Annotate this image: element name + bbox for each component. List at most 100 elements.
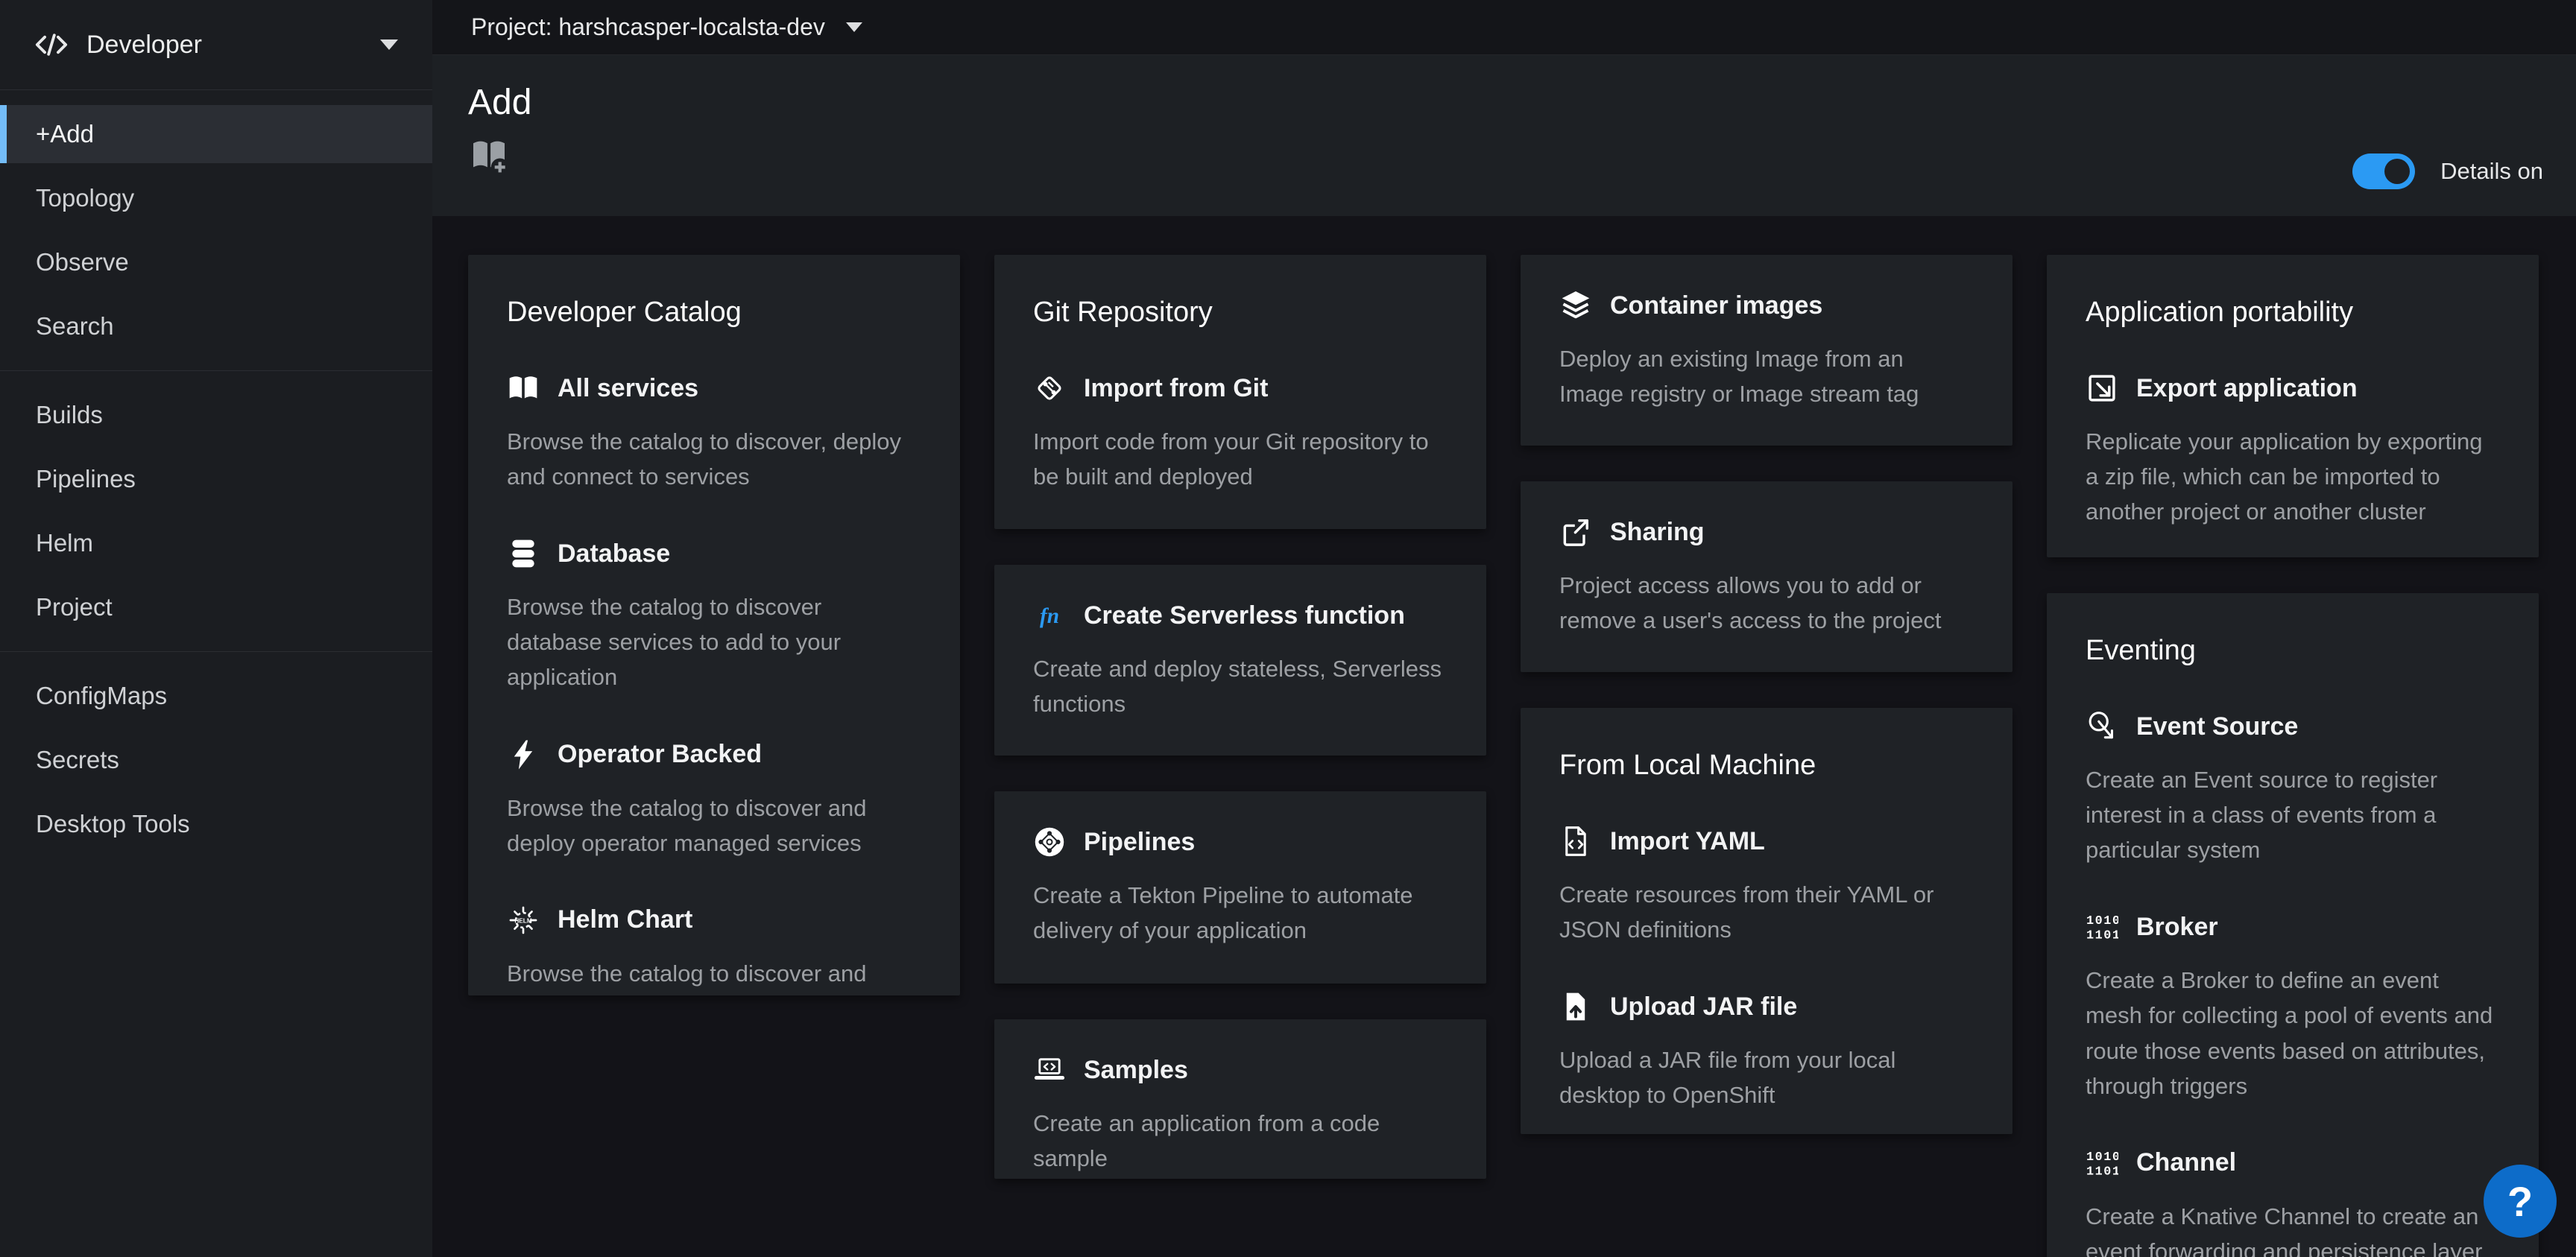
add-option-channel: 10101101 Channel Create a Knative Channel … (2086, 1147, 2500, 1257)
add-option-link-helm-chart[interactable]: HELMHelm Chart (507, 904, 921, 937)
add-option-description: Replicate your application by exporting … (2086, 424, 2500, 529)
add-option-operator-backed: Operator Backed Browse the catalog to dis… (507, 738, 921, 861)
add-option-description: Create a Tekton Pipeline to automate del… (1033, 878, 1448, 948)
add-option-import-from-git: Import from GitImport code from your Git… (1033, 372, 1448, 494)
add-option-link-event-source[interactable]: Event Source (2086, 710, 2500, 743)
main-area: Project: harshcasper-localsta-dev Add De… (432, 0, 2576, 1257)
sidebar-group-3: ConfigMaps Secrets Desktop Tools (0, 651, 432, 868)
card-column-3: Container images Deploy an existing Image… (1521, 255, 2012, 1134)
add-option-label: Operator Backed (558, 740, 762, 769)
serverless-fn-icon: fn (1033, 599, 1066, 632)
add-option-link-sharing[interactable]: Sharing (1559, 516, 1974, 548)
add-option-link-samples[interactable]: Samples (1033, 1054, 1448, 1086)
add-option-link-export-application[interactable]: Export application (2086, 372, 2500, 405)
add-option-all-services: All servicesBrowse the catalog to discov… (507, 372, 921, 494)
add-option-link-container-images[interactable]: Container images (1559, 289, 1974, 322)
add-option-pipelines: Pipelines Create a Tekton Pipeline to aut… (1033, 826, 1448, 948)
event-source-icon (2086, 710, 2118, 743)
card-git-repository: Git RepositoryImport from GitImport code… (994, 255, 1486, 529)
card-column-4: Application portability Export applicatio… (2047, 255, 2539, 1257)
database-icon (507, 537, 540, 570)
details-toggle[interactable] (2352, 153, 2415, 189)
file-code-icon (1559, 825, 1592, 858)
add-option-samples: Samples Create an application from a code… (1033, 1054, 1448, 1176)
sidebar-item-secrets[interactable]: Secrets (0, 731, 432, 789)
add-option-description: Create resources from their YAML or JSON… (1559, 877, 1974, 947)
add-option-description: Browse the catalog to discover and deplo… (507, 791, 921, 861)
add-option-description: Project access allows you to add or remo… (1559, 568, 1974, 638)
sidebar-group-2: Builds Pipelines Helm Project (0, 370, 432, 651)
card-column-1: Developer CatalogAll servicesBrowse the … (468, 255, 960, 995)
add-option-description: Browse the catalog to discover and insta… (507, 956, 921, 995)
add-option-link-channel[interactable]: 10101101 Channel (2086, 1147, 2500, 1180)
add-option-label: Sharing (1610, 518, 1705, 547)
add-option-create-serverless-function: fnCreate Serverless functionCreate and d… (1033, 599, 1448, 721)
add-option-sharing: Sharing Project access allows you to add … (1559, 516, 1974, 638)
sidebar-item-add[interactable]: +Add (0, 105, 432, 163)
add-option-link-broker[interactable]: 10101101Broker (2086, 911, 2500, 943)
add-option-link-import-from-git[interactable]: Import from Git (1033, 372, 1448, 405)
sidebar-item-desktop-tools[interactable]: Desktop Tools (0, 795, 432, 853)
add-option-export-application: Export application Replicate your applica… (2086, 372, 2500, 529)
sidebar-item-pipelines[interactable]: Pipelines (0, 450, 432, 508)
sidebar-item-helm[interactable]: Helm (0, 514, 432, 572)
add-option-link-import-yaml[interactable]: Import YAML (1559, 825, 1974, 858)
add-option-description: Browse the catalog to discover database … (507, 589, 921, 694)
add-option-description: Create an Event source to register inter… (2086, 762, 2500, 867)
add-option-helm-chart: HELMHelm Chart Browse the catalog to disc… (507, 904, 921, 995)
binary-icon: 10101101 (2086, 911, 2118, 943)
details-toggle-group: Details on (2352, 153, 2543, 189)
sidebar-item-configmaps[interactable]: ConfigMaps (0, 667, 432, 725)
project-selector-label: Project: harshcasper-localsta-dev (471, 13, 825, 41)
add-option-label: Helm Chart (558, 905, 692, 934)
add-option-description: Create an application from a code sample (1033, 1106, 1448, 1176)
add-option-label: Event Source (2136, 712, 2298, 741)
sidebar-item-builds[interactable]: Builds (0, 386, 432, 444)
card-from-local-machine: From Local Machine Import YAML Create reso… (1521, 708, 2012, 1134)
add-option-label: Upload JAR file (1610, 992, 1797, 1022)
toggle-knob (2384, 159, 2410, 184)
code-icon (34, 28, 69, 62)
card-eventing: EventingEvent SourceCreate an Event sour… (2047, 593, 2539, 1257)
add-option-link-all-services[interactable]: All services (507, 372, 921, 405)
card-column-2: Git RepositoryImport from GitImport code… (994, 255, 1486, 1179)
svg-text:1101: 1101 (2086, 929, 2118, 943)
card-create-serverless-function: fnCreate Serverless functionCreate and d… (994, 565, 1486, 756)
open-book-icon (507, 372, 540, 405)
chevron-down-icon (380, 39, 398, 50)
card-title-application-portability: Application portability (2086, 297, 2500, 329)
add-option-label: Container images (1610, 291, 1822, 320)
page-title: Add (468, 83, 2576, 123)
layers-icon (1559, 289, 1592, 322)
add-option-link-pipelines[interactable]: Pipelines (1033, 826, 1448, 858)
export-icon (2086, 372, 2118, 405)
sidebar-item-observe[interactable]: Observe (0, 233, 432, 291)
share-icon (1559, 516, 1592, 548)
sidebar-nav: +Add Topology Observe Search Builds Pipelines… (0, 90, 432, 868)
add-option-label: Export application (2136, 374, 2358, 403)
sidebar-item-project[interactable]: Project (0, 578, 432, 636)
add-option-link-create-serverless-function[interactable]: fn Create Serverless function (1033, 599, 1448, 632)
book-plus-icon[interactable] (468, 135, 510, 177)
add-option-label: Channel (2136, 1148, 2236, 1177)
add-option-database: Database Browse the catalog to discover d… (507, 537, 921, 694)
sidebar-item-topology[interactable]: Topology (0, 169, 432, 227)
add-option-link-database[interactable]: Database (507, 537, 921, 570)
add-option-label: Import from Git (1084, 374, 1268, 403)
add-option-link-upload-jar-file[interactable]: Upload JAR file (1559, 990, 1974, 1023)
add-option-label: Database (558, 539, 670, 569)
add-option-label: Pipelines (1084, 828, 1195, 857)
add-option-label: Create Serverless function (1084, 601, 1405, 630)
project-selector[interactable]: Project: harshcasper-localsta-dev (471, 13, 862, 41)
binary-icon: 10101101 (2086, 1147, 2118, 1180)
svg-text:1010: 1010 (2086, 1150, 2118, 1165)
svg-text:1010: 1010 (2086, 914, 2118, 928)
card-title-from-local-machine: From Local Machine (1559, 750, 1974, 782)
add-option-description: Deploy an existing Image from an Image r… (1559, 341, 1974, 411)
file-upload-icon (1559, 990, 1592, 1023)
sidebar-item-search[interactable]: Search (0, 297, 432, 355)
help-button[interactable]: ? (2484, 1165, 2557, 1238)
perspective-switcher[interactable]: Developer (0, 0, 432, 90)
add-option-link-operator-backed[interactable]: Operator Backed (507, 738, 921, 771)
add-option-description: Create a Knative Channel to create an ev… (2086, 1199, 2500, 1257)
